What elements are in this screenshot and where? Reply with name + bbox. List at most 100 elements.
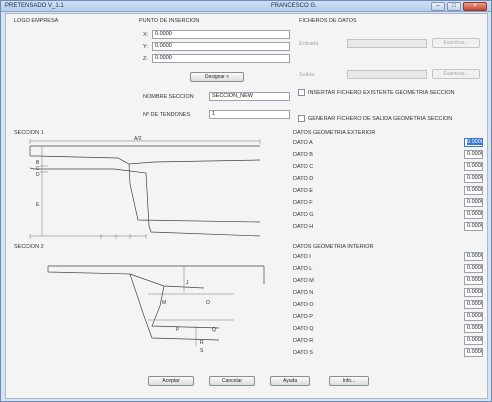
exterior-heading: DATOS GEOMETRIA EXTERIOR bbox=[293, 130, 376, 136]
dim-d-label: D bbox=[36, 172, 40, 178]
dim-m-label: M bbox=[162, 300, 166, 306]
window-user: FRANCESCO G. bbox=[271, 3, 317, 9]
close-icon[interactable]: × bbox=[463, 2, 487, 11]
salida-examinar-button[interactable]: Examinar... bbox=[432, 69, 480, 79]
dim-o-label: O bbox=[206, 300, 210, 306]
exterior-dato-field[interactable]: 0.0000 bbox=[464, 222, 483, 231]
interior-dato-field[interactable]: 0.0000 bbox=[464, 336, 483, 345]
interior-dato-field[interactable]: 0.0000 bbox=[464, 324, 483, 333]
interior-dato-row: DATO P 0.0000 bbox=[293, 312, 483, 323]
interior-dato-field[interactable]: 0.0000 bbox=[464, 300, 483, 309]
dim-p-label: P bbox=[176, 327, 180, 333]
x-field[interactable]: 0.0000 bbox=[152, 30, 290, 39]
salida-field[interactable] bbox=[347, 70, 427, 79]
nombre-seccion-field[interactable]: SECCION_NEW bbox=[209, 92, 290, 101]
designar-button[interactable]: Designar < bbox=[190, 72, 244, 82]
insertar-checkbox[interactable] bbox=[298, 89, 305, 96]
interior-dato-label: DATO N bbox=[293, 290, 314, 296]
exterior-dato-field[interactable]: 0.0000 bbox=[464, 174, 483, 183]
exterior-dato-row: DATO F 0.0000 bbox=[293, 198, 483, 209]
interior-dato-row: DATO R 0.0000 bbox=[293, 336, 483, 347]
aceptar-button[interactable]: Aceptar bbox=[148, 376, 194, 386]
entrada-examinar-button[interactable]: Examinar... bbox=[432, 38, 480, 48]
interior-dato-label: DATO L bbox=[293, 266, 313, 272]
exterior-dato-label: DATO B bbox=[293, 152, 313, 158]
interior-dato-row: DATO I 0.0000 bbox=[293, 252, 483, 263]
interior-dato-field[interactable]: 0.0000 bbox=[464, 276, 483, 285]
interior-dato-field[interactable]: 0.0000 bbox=[464, 252, 483, 261]
seccion2-drawing: J M O P Q R S bbox=[47, 265, 265, 354]
maximize-icon[interactable]: □ bbox=[447, 2, 461, 11]
exterior-dato-row: DATO H 0.0000 bbox=[293, 222, 483, 233]
ayuda-button[interactable]: Ayuda bbox=[270, 376, 310, 386]
seccion2-heading: SECCION 2 bbox=[14, 244, 44, 250]
tendones-label: Nº DE TENDONES bbox=[143, 112, 191, 118]
main-window: PRETENSADO V_1.1 FRANCESCO G. – □ × LOGO… bbox=[0, 0, 492, 402]
interior-dato-field[interactable]: 0.0000 bbox=[464, 312, 483, 321]
seccion1-drawing: A/2 B C D E F G H bbox=[29, 136, 261, 239]
y-field[interactable]: 0.0000 bbox=[152, 42, 290, 51]
dim-a-label: A/2 bbox=[134, 136, 142, 142]
insercion-heading: PUNTO DE INSERCION bbox=[139, 18, 200, 24]
interior-dato-row: DATO Q 0.0000 bbox=[293, 324, 483, 335]
interior-dato-row: DATO M 0.0000 bbox=[293, 276, 483, 287]
interior-dato-field[interactable]: 0.0000 bbox=[464, 288, 483, 297]
interior-dato-label: DATO S bbox=[293, 350, 313, 356]
exterior-dato-label: DATO D bbox=[293, 176, 314, 182]
exterior-dato-row: DATO C 0.0000 bbox=[293, 162, 483, 173]
dim-e-label: E bbox=[36, 202, 40, 208]
exterior-dato-label: DATO E bbox=[293, 188, 313, 194]
insertar-label: INSERTAR FICHERO EXISTENTE GEOMETRIA SEC… bbox=[308, 90, 455, 96]
exterior-dato-field[interactable]: 0.0000 bbox=[464, 198, 483, 207]
interior-dato-label: DATO I bbox=[293, 254, 311, 260]
exterior-dato-label: DATO H bbox=[293, 224, 314, 230]
exterior-dato-field[interactable]: 0.0000 bbox=[464, 210, 483, 219]
exterior-dato-label: DATO A bbox=[293, 140, 313, 146]
interior-dato-row: DATO O 0.0000 bbox=[293, 300, 483, 311]
entrada-field[interactable] bbox=[347, 39, 427, 48]
generar-checkbox[interactable] bbox=[298, 115, 305, 122]
y-label: Y: bbox=[143, 44, 148, 50]
interior-dato-label: DATO O bbox=[293, 302, 314, 308]
interior-heading: DATOS GEOMETRIA INTERIOR bbox=[293, 244, 374, 250]
window-title: PRETENSADO V_1.1 bbox=[5, 3, 64, 9]
interior-dato-label: DATO Q bbox=[293, 326, 314, 332]
ficheros-heading: FICHEROS DE DATOS bbox=[299, 18, 357, 24]
exterior-dato-row: DATO A 0.0000 bbox=[293, 138, 483, 149]
minimize-icon[interactable]: – bbox=[431, 2, 445, 11]
interior-dato-row: DATO N 0.0000 bbox=[293, 288, 483, 299]
dim-r-label: R bbox=[200, 340, 204, 346]
logo-placeholder: LOGO EMPRESA bbox=[14, 18, 59, 24]
interior-dato-label: DATO R bbox=[293, 338, 314, 344]
exterior-dato-row: DATO G 0.0000 bbox=[293, 210, 483, 221]
exterior-dato-row: DATO B 0.0000 bbox=[293, 150, 483, 161]
tendones-field[interactable]: 1 bbox=[209, 110, 290, 119]
z-label: Z: bbox=[143, 56, 148, 62]
exterior-dato-row: DATO E 0.0000 bbox=[293, 186, 483, 197]
interior-dato-row: DATO L 0.0000 bbox=[293, 264, 483, 275]
exterior-dato-field[interactable]: 0.0000 bbox=[464, 150, 483, 159]
dim-q-label: Q bbox=[212, 327, 216, 333]
cancelar-button[interactable]: Cancelar bbox=[209, 376, 255, 386]
dim-s-label: S bbox=[200, 348, 204, 354]
exterior-dato-field[interactable]: 0.0000 bbox=[464, 186, 483, 195]
dim-j-label: J bbox=[186, 280, 189, 286]
exterior-dato-label: DATO F bbox=[293, 200, 313, 206]
interior-dato-label: DATO M bbox=[293, 278, 314, 284]
interior-dato-field[interactable]: 0.0000 bbox=[464, 348, 483, 357]
title-bar[interactable]: PRETENSADO V_1.1 FRANCESCO G. – □ × bbox=[1, 1, 491, 12]
exterior-dato-field[interactable]: 0.0000 bbox=[464, 138, 483, 147]
exterior-dato-label: DATO G bbox=[293, 212, 314, 218]
exterior-dato-label: DATO C bbox=[293, 164, 314, 170]
interior-dato-row: DATO S 0.0000 bbox=[293, 348, 483, 359]
info-button[interactable]: Info... bbox=[329, 376, 369, 386]
interior-dato-label: DATO P bbox=[293, 314, 313, 320]
z-field[interactable]: 0.0000 bbox=[152, 54, 290, 63]
dialog-body: LOGO EMPRESA PUNTO DE INSERCION X: 0.000… bbox=[5, 13, 488, 399]
salida-label: Salida bbox=[299, 72, 315, 78]
interior-dato-field[interactable]: 0.0000 bbox=[464, 264, 483, 273]
generar-label: GENERAR FICHERO DE SALIDA GEOMETRIA SECC… bbox=[308, 116, 453, 122]
nombre-seccion-label: NOMBRE SECCION bbox=[143, 94, 194, 100]
exterior-dato-field[interactable]: 0.0000 bbox=[464, 162, 483, 171]
exterior-dato-row: DATO D 0.0000 bbox=[293, 174, 483, 185]
